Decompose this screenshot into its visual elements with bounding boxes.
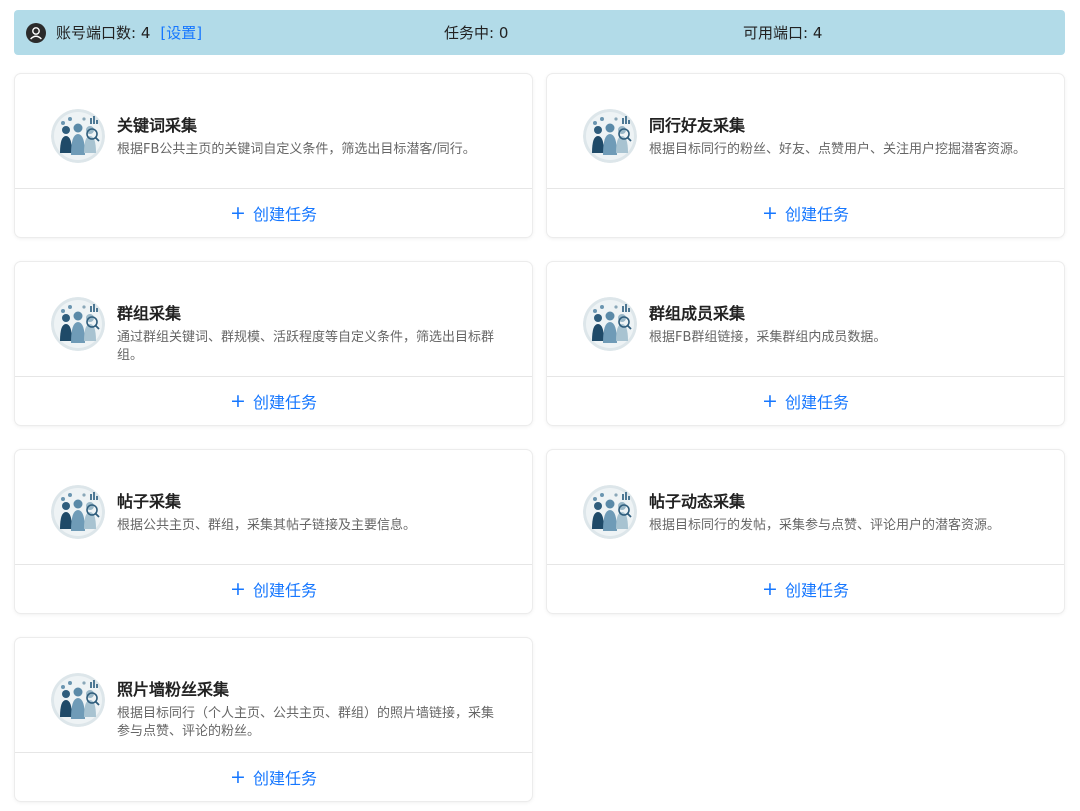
plus-icon: +: [762, 201, 778, 224]
people-collection-icon: [583, 109, 637, 163]
people-collection-icon: [51, 297, 105, 351]
card-group-members-collection: 群组成员采集 根据FB群组链接，采集群组内成员数据。 + 创建任务: [547, 262, 1064, 425]
card-title: 帖子动态采集: [649, 492, 746, 511]
card-keyword-collection: 关键词采集 根据FB公共主页的关键词自定义条件，筛选出目标潜客/同行。 + 创建…: [15, 74, 532, 237]
tasks-in-progress: 任务中: 0: [444, 24, 509, 42]
plus-icon: +: [230, 201, 246, 224]
people-collection-icon: [583, 485, 637, 539]
available-ports: 可用端口: 4: [743, 24, 823, 42]
card-title: 同行好友采集: [649, 116, 746, 135]
card-description: 根据FB群组链接，采集群组内成员数据。: [649, 330, 887, 345]
plus-icon: +: [230, 389, 246, 412]
card-peer-friends-collection: 同行好友采集 根据目标同行的粉丝、好友、点赞用户、关注用户挖掘潜客资源。 + 创…: [547, 74, 1064, 237]
card-title: 照片墙粉丝采集: [117, 680, 230, 699]
card-post-collection: 帖子采集 根据公共主页、群组，采集其帖子链接及主要信息。 + 创建任务: [15, 450, 532, 613]
people-collection-icon: [583, 297, 637, 351]
create-task-button[interactable]: + 创建任务: [15, 189, 532, 237]
card-description: 根据目标同行的发帖，采集参与点赞、评论用户的潜客资源。: [649, 518, 1001, 533]
settings-link[interactable]: [设置]: [160, 22, 202, 43]
card-title: 关键词采集: [117, 116, 198, 135]
status-bar: 账号端口数: 4 [设置] 任务中: 0 可用端口: 4: [14, 10, 1065, 55]
card-description: 根据FB公共主页的关键词自定义条件，筛选出目标潜客/同行。: [117, 142, 476, 157]
create-task-button[interactable]: + 创建任务: [15, 565, 532, 613]
plus-icon: +: [762, 389, 778, 412]
user-circle-icon: [26, 22, 46, 43]
create-task-button[interactable]: + 创建任务: [547, 565, 1064, 613]
card-description: 根据公共主页、群组，采集其帖子链接及主要信息。: [117, 518, 417, 533]
card-title: 群组采集: [117, 304, 182, 323]
create-task-label: 创建任务: [252, 205, 317, 224]
card-post-activity-collection: 帖子动态采集 根据目标同行的发帖，采集参与点赞、评论用户的潜客资源。 + 创建任…: [547, 450, 1064, 613]
people-collection-icon: [51, 485, 105, 539]
account-ports-label: 账号端口数: 4: [56, 24, 151, 42]
create-task-label: 创建任务: [252, 393, 317, 412]
create-task-label: 创建任务: [784, 393, 849, 412]
plus-icon: +: [762, 577, 778, 600]
create-task-label: 创建任务: [784, 205, 849, 224]
people-collection-icon: [51, 673, 105, 727]
account-ports-group: 账号端口数: 4 [设置]: [26, 10, 202, 55]
card-description: 根据目标同行的粉丝、好友、点赞用户、关注用户挖掘潜客资源。: [649, 142, 1027, 157]
card-group-collection: 群组采集 通过群组关键词、群规模、活跃程度等自定义条件，筛选出目标群组。 + 创…: [15, 262, 532, 425]
card-photo-wall-fans-collection: 照片墙粉丝采集 根据目标同行（个人主页、公共主页、群组）的照片墙链接，采集参与点…: [15, 638, 532, 801]
plus-icon: +: [230, 577, 246, 600]
people-collection-icon: [51, 109, 105, 163]
create-task-button[interactable]: + 创建任务: [15, 753, 532, 801]
card-title: 群组成员采集: [649, 304, 746, 323]
create-task-label: 创建任务: [784, 581, 849, 600]
card-description: 通过群组关键词、群规模、活跃程度等自定义条件，筛选出目标群组。: [117, 330, 495, 363]
create-task-label: 创建任务: [252, 581, 317, 600]
create-task-button[interactable]: + 创建任务: [15, 377, 532, 425]
create-task-label: 创建任务: [252, 769, 317, 788]
card-title: 帖子采集: [117, 492, 182, 511]
card-description: 根据目标同行（个人主页、公共主页、群组）的照片墙链接，采集参与点赞、评论的粉丝。: [117, 706, 495, 739]
plus-icon: +: [230, 765, 246, 788]
create-task-button[interactable]: + 创建任务: [547, 189, 1064, 237]
create-task-button[interactable]: + 创建任务: [547, 377, 1064, 425]
